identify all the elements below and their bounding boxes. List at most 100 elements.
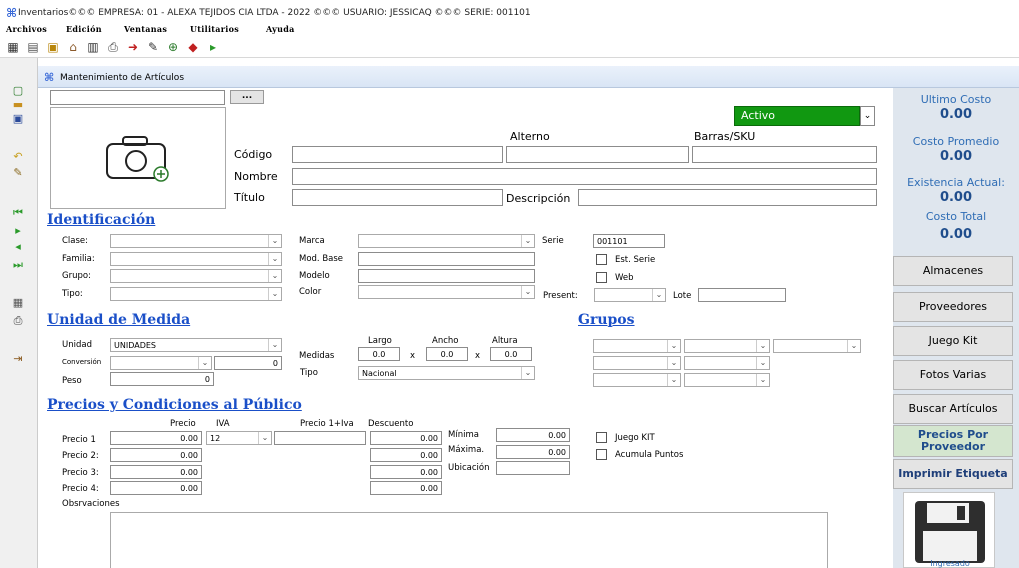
first-icon[interactable]: ⏮ [11, 206, 25, 220]
precios-proveedor-button[interactable]: Precios Por Proveedor [893, 425, 1013, 457]
serie-input[interactable]: 001101 [593, 234, 665, 248]
ubicacion-input[interactable] [496, 461, 570, 475]
tipo-unidad-select[interactable]: Nacional ⌄ [358, 366, 535, 380]
back-icon[interactable]: ◆ [186, 40, 200, 54]
image-path-input[interactable] [50, 90, 225, 105]
titulo-input[interactable] [292, 189, 503, 206]
grupo-select[interactable]: ⌄ [110, 269, 282, 283]
marca-select[interactable]: ⌄ [358, 234, 535, 248]
chevron-down-icon: ⌄ [652, 289, 665, 301]
chevron-down-icon: ⌄ [756, 357, 769, 369]
document-icon[interactable]: ▤ [26, 40, 40, 54]
precio4-input[interactable]: 0.00 [110, 481, 202, 495]
search-icon[interactable]: ⊕ [166, 40, 180, 54]
menu-utilitarios[interactable]: Utilitarios [190, 24, 239, 34]
buscar-articulos-button[interactable]: Buscar Artículos [893, 394, 1013, 424]
print-icon[interactable]: ⎙ [11, 314, 25, 328]
observaciones-textarea[interactable] [110, 512, 828, 568]
almacenes-button[interactable]: Almacenes [893, 256, 1013, 286]
open-icon[interactable]: ▬ [11, 98, 25, 112]
codigo-input[interactable] [292, 146, 503, 163]
next-icon[interactable]: ▸ [11, 224, 25, 238]
chevron-down-icon: ⌄ [847, 340, 860, 352]
conversion-input[interactable]: 0 [214, 356, 282, 370]
juego-kit-button[interactable]: Juego Kit [893, 326, 1013, 356]
altura-label: Altura [492, 336, 518, 346]
precio-iva-input[interactable] [274, 431, 366, 445]
precio1-input[interactable]: 0.00 [110, 431, 202, 445]
clase-label: Clase: [62, 236, 89, 246]
menu-archivos[interactable]: Archivos [6, 24, 47, 34]
forward-icon[interactable]: ▸ [206, 40, 220, 54]
bank-icon[interactable]: ⌂ [66, 40, 80, 54]
unidad-select[interactable]: UNIDADES ⌄ [110, 338, 282, 352]
browse-button[interactable]: ... [230, 90, 264, 104]
edit-icon[interactable]: ✎ [11, 166, 25, 180]
clase-select[interactable]: ⌄ [110, 234, 282, 248]
grupo7-select[interactable]: ⌄ [684, 373, 770, 387]
descuento3-input[interactable]: 0.00 [370, 465, 442, 479]
status-chevron-down-icon[interactable]: ⌄ [860, 106, 875, 126]
maxima-input[interactable]: 0.00 [496, 445, 570, 459]
last-icon[interactable]: ⏭ [11, 258, 25, 272]
color-select[interactable]: ⌄ [358, 285, 535, 299]
descuento2-input[interactable]: 0.00 [370, 448, 442, 462]
mod-base-input[interactable] [358, 252, 535, 266]
lote-input[interactable] [698, 288, 786, 302]
chevron-down-icon: ⌄ [521, 286, 534, 298]
est-serie-checkbox[interactable] [596, 254, 607, 265]
descripcion-label: Descripción [506, 192, 571, 205]
conversion-select[interactable]: ⌄ [110, 356, 212, 370]
costo-total-value: 0.00 [939, 227, 973, 242]
proveedores-button[interactable]: Proveedores [893, 292, 1013, 322]
fotos-varias-button[interactable]: Fotos Varias [893, 360, 1013, 390]
menu-edicion[interactable]: Edición [66, 24, 102, 34]
present-select[interactable]: ⌄ [594, 288, 666, 302]
exit-icon[interactable]: ⇥ [11, 352, 25, 366]
juego-kit-checkbox[interactable] [596, 432, 607, 443]
altura-input[interactable]: 0.0 [490, 347, 532, 361]
calculator-icon[interactable]: ▦ [11, 296, 25, 310]
nombre-input[interactable] [292, 168, 877, 185]
status-select[interactable]: Activo [734, 106, 860, 126]
prev-icon[interactable]: ◂ [11, 240, 25, 254]
tools-icon[interactable]: ✎ [146, 40, 160, 54]
alterno-input[interactable] [506, 146, 689, 163]
grupo2-select[interactable]: ⌄ [684, 339, 770, 353]
new-icon[interactable]: ▢ [11, 84, 25, 98]
minima-input[interactable]: 0.00 [496, 428, 570, 442]
grupo3-select[interactable]: ⌄ [773, 339, 861, 353]
acumula-puntos-checkbox[interactable] [596, 449, 607, 460]
grupo4-select[interactable]: ⌄ [593, 356, 681, 370]
precio3-input[interactable]: 0.00 [110, 465, 202, 479]
photo-box[interactable] [50, 107, 226, 209]
arrow-right-icon[interactable]: ➜ [126, 40, 140, 54]
grupo6-select[interactable]: ⌄ [593, 373, 681, 387]
tipo-select[interactable]: ⌄ [110, 287, 282, 301]
grid-icon[interactable]: ▦ [6, 40, 20, 54]
grupo1-select[interactable]: ⌄ [593, 339, 681, 353]
menu-ayuda[interactable]: Ayuda [266, 24, 295, 34]
descripcion-input[interactable] [578, 189, 877, 206]
printer-icon[interactable]: ⎙ [106, 40, 120, 54]
precio2-input[interactable]: 0.00 [110, 448, 202, 462]
largo-input[interactable]: 0.0 [358, 347, 400, 361]
descuento4-input[interactable]: 0.00 [370, 481, 442, 495]
side-toolbar: ▢ ▬ ▣ ↶ ✎ ⏮ ▸ ◂ ⏭ ▦ ⎙ ⇥ [0, 58, 38, 568]
grupo5-select[interactable]: ⌄ [684, 356, 770, 370]
folder-icon[interactable]: ▣ [46, 40, 60, 54]
familia-select[interactable]: ⌄ [110, 252, 282, 266]
save-icon[interactable]: ▣ [11, 112, 25, 126]
barras-input[interactable] [692, 146, 877, 163]
peso-input[interactable]: 0 [110, 372, 214, 386]
ancho-input[interactable]: 0.0 [426, 347, 468, 361]
save-button[interactable]: Ingresado [903, 492, 995, 568]
modelo-input[interactable] [358, 269, 535, 283]
imprimir-etiqueta-button[interactable]: Imprimir Etiqueta [893, 459, 1013, 489]
web-checkbox[interactable] [596, 272, 607, 283]
calendar-icon[interactable]: ▥ [86, 40, 100, 54]
iva-select[interactable]: 12 ⌄ [206, 431, 272, 445]
descuento1-input[interactable]: 0.00 [370, 431, 442, 445]
undo-icon[interactable]: ↶ [11, 150, 25, 164]
menu-ventanas[interactable]: Ventanas [124, 24, 167, 34]
